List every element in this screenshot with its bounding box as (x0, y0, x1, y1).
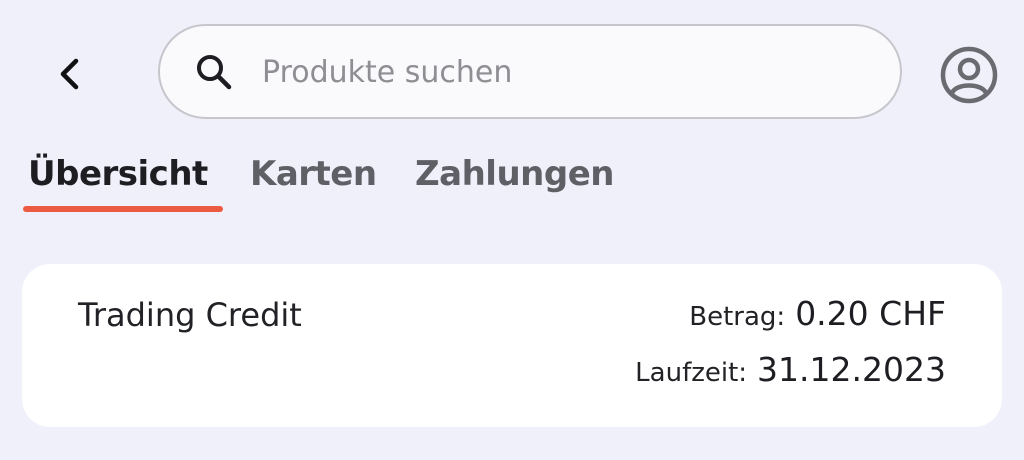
card-details: Betrag: 0.20 CHF Laufzeit: 31.12.2023 (635, 294, 946, 406)
amount-label: Betrag: (689, 302, 786, 332)
user-circle-icon (940, 46, 998, 104)
amount-value: 0.20 CHF (795, 294, 946, 333)
profile-button[interactable] (938, 44, 1000, 106)
term-value: 31.12.2023 (757, 350, 946, 389)
search-icon (197, 55, 232, 90)
tab-bar: Übersicht Karten Zahlungen (0, 150, 1024, 220)
active-tab-indicator (23, 206, 223, 212)
term-row: Laufzeit: 31.12.2023 (635, 350, 946, 406)
amount-row: Betrag: 0.20 CHF (635, 294, 946, 350)
tab-uebersicht[interactable]: Übersicht (28, 154, 208, 194)
term-label: Laufzeit: (635, 358, 748, 388)
trading-credit-card: Trading Credit Betrag: 0.20 CHF Laufzeit… (22, 264, 1002, 427)
chevron-left-icon (60, 58, 79, 90)
tab-zahlungen[interactable]: Zahlungen (415, 154, 614, 194)
search-input[interactable] (262, 48, 862, 96)
search-bar[interactable] (158, 24, 902, 119)
back-button[interactable] (46, 50, 94, 98)
card-title: Trading Credit (78, 296, 302, 334)
tab-karten[interactable]: Karten (250, 154, 377, 194)
